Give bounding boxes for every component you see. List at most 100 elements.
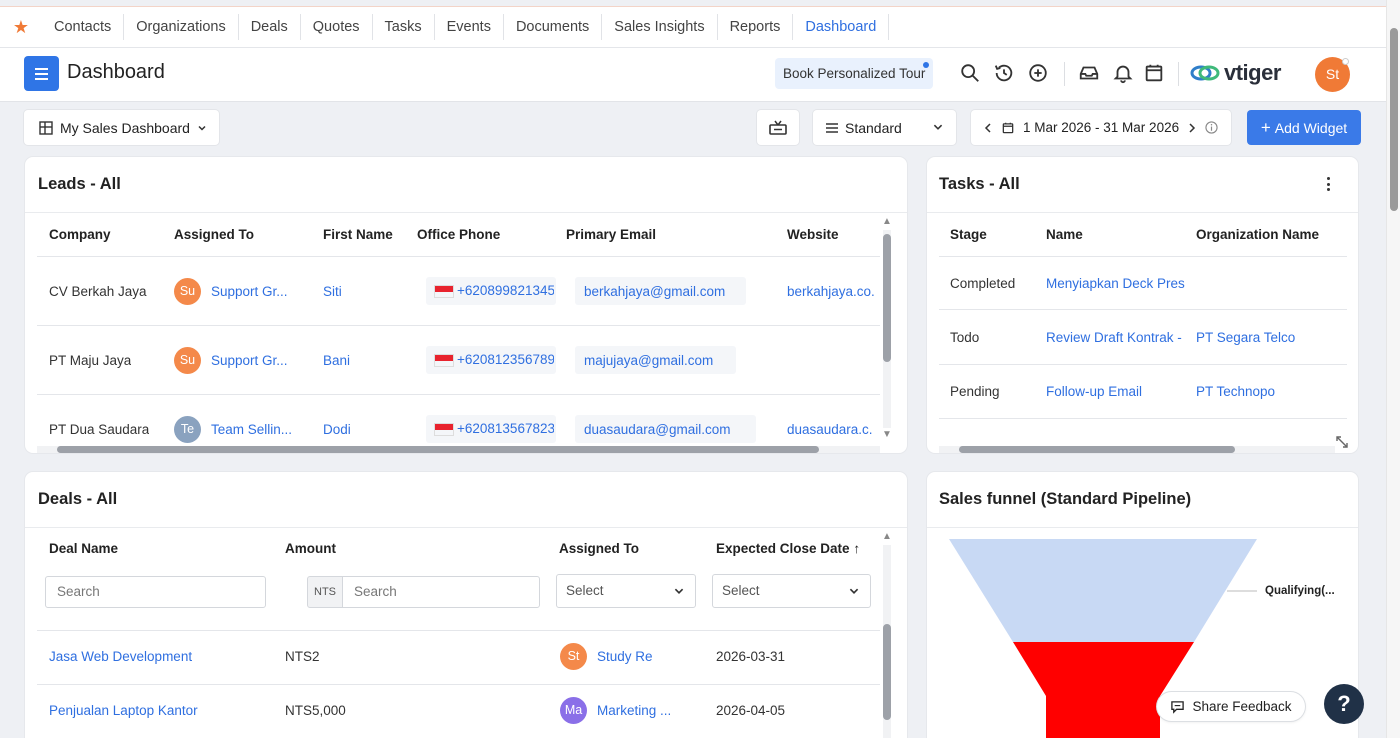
- dashboard-selector[interactable]: My Sales Dashboard: [24, 110, 219, 145]
- divider: [37, 394, 880, 395]
- divider: [927, 527, 1358, 528]
- view-mode-value: Standard: [845, 119, 902, 136]
- nav-quotes[interactable]: Quotes: [301, 14, 373, 40]
- col-office-phone[interactable]: Office Phone: [417, 227, 500, 242]
- lead-email[interactable]: majujaya@gmail.com: [584, 353, 713, 368]
- lead-website[interactable]: berkahjaya.co.: [787, 284, 880, 299]
- lead-website[interactable]: duasaudara.c.: [787, 422, 880, 437]
- help-button[interactable]: ?: [1324, 684, 1364, 724]
- add-circle-icon[interactable]: [1027, 62, 1049, 84]
- nav-events[interactable]: Events: [435, 14, 504, 40]
- deal-name[interactable]: Penjualan Laptop Kantor: [49, 703, 198, 718]
- lead-phone[interactable]: +620813567823: [457, 421, 554, 436]
- bell-icon[interactable]: [1112, 62, 1134, 84]
- scroll-up-arrow[interactable]: ▲: [882, 531, 892, 542]
- horizontal-scrollbar-thumb[interactable]: [959, 446, 1235, 453]
- scroll-up-arrow[interactable]: ▲: [882, 216, 892, 227]
- deal-name-search-input[interactable]: Search: [45, 576, 266, 608]
- vertical-scrollbar-thumb[interactable]: [883, 624, 891, 720]
- lead-assigned[interactable]: Support Gr...: [211, 284, 301, 299]
- col-name[interactable]: Name: [1046, 227, 1083, 242]
- col-company[interactable]: Company: [49, 227, 111, 242]
- nav-contacts[interactable]: Contacts: [42, 14, 125, 40]
- amount-search-input[interactable]: Search: [342, 576, 540, 608]
- lead-phone[interactable]: +620812356789: [457, 352, 554, 367]
- task-name[interactable]: Review Draft Kontrak -: [1046, 330, 1186, 345]
- col-assigned-to[interactable]: Assigned To: [174, 227, 254, 242]
- funnel-stage-qualifying[interactable]: [949, 539, 1257, 642]
- chevron-left-icon[interactable]: [983, 122, 993, 134]
- book-tour-button[interactable]: Book Personalized Tour: [775, 58, 934, 89]
- share-feedback-button[interactable]: Share Feedback: [1157, 692, 1305, 721]
- col-first-name[interactable]: First Name: [323, 227, 393, 242]
- info-icon[interactable]: [1205, 121, 1218, 134]
- view-mode-select[interactable]: Standard: [813, 110, 956, 145]
- divider: [939, 256, 1347, 257]
- lead-first-name[interactable]: Dodi: [323, 422, 351, 437]
- tv-mode-button[interactable]: [757, 110, 799, 145]
- favorites-star-icon[interactable]: ★: [0, 17, 42, 38]
- nav-organizations[interactable]: Organizations: [124, 14, 239, 40]
- col-expected-close-date[interactable]: Expected Close Date ↑: [716, 541, 860, 556]
- deal-assigned[interactable]: Marketing ...: [597, 703, 677, 718]
- chevron-right-icon[interactable]: [1187, 122, 1197, 134]
- deal-name[interactable]: Jasa Web Development: [49, 649, 192, 664]
- more-options-icon[interactable]: [1325, 177, 1331, 191]
- task-organization[interactable]: PT Segara Telco: [1196, 330, 1295, 345]
- inbox-icon[interactable]: [1078, 62, 1100, 84]
- user-avatar[interactable]: St: [1315, 57, 1350, 92]
- lead-assigned[interactable]: Team Sellin...: [211, 422, 301, 437]
- close-date-select[interactable]: Select: [712, 574, 871, 608]
- nav-reports[interactable]: Reports: [718, 14, 794, 40]
- menu-hamburger-icon[interactable]: [24, 56, 59, 91]
- feedback-icon: [1171, 700, 1185, 714]
- assigned-to-select-value: Select: [566, 583, 604, 598]
- col-organization-name[interactable]: Organization Name: [1196, 227, 1319, 242]
- resize-handle-icon[interactable]: [1335, 435, 1349, 449]
- list-icon: [826, 122, 838, 133]
- lead-assigned[interactable]: Support Gr...: [211, 353, 301, 368]
- divider: [25, 527, 907, 528]
- deal-close-date: 2026-04-05: [716, 703, 786, 718]
- col-stage[interactable]: Stage: [950, 227, 987, 242]
- task-organization[interactable]: PT Technopo: [1196, 384, 1275, 399]
- search-icon[interactable]: [959, 62, 981, 84]
- lead-first-name[interactable]: Siti: [323, 284, 342, 299]
- task-name[interactable]: Follow-up Email: [1046, 384, 1186, 399]
- lead-email[interactable]: berkahjaya@gmail.com: [584, 284, 725, 299]
- date-range-picker[interactable]: 1 Mar 2026 - 31 Mar 2026: [971, 110, 1231, 145]
- lead-first-name[interactable]: Bani: [323, 353, 350, 368]
- calendar-icon: [1002, 122, 1014, 133]
- col-primary-email[interactable]: Primary Email: [566, 227, 656, 242]
- nav-documents[interactable]: Documents: [504, 14, 603, 40]
- page-scrollbar-thumb[interactable]: [1390, 28, 1398, 211]
- col-deal-name[interactable]: Deal Name: [49, 541, 118, 556]
- nav-tasks[interactable]: Tasks: [373, 14, 435, 40]
- col-amount[interactable]: Amount: [285, 541, 336, 556]
- deal-assigned[interactable]: Study Re: [597, 649, 653, 664]
- divider: [939, 364, 1347, 365]
- task-name[interactable]: Menyiapkan Deck Pres: [1046, 276, 1186, 291]
- assigned-to-select[interactable]: Select: [556, 574, 696, 608]
- lead-phone[interactable]: +620899821345: [457, 283, 554, 298]
- nav-deals[interactable]: Deals: [239, 14, 301, 40]
- calendar-icon[interactable]: [1143, 62, 1165, 84]
- sort-ascending-icon: ↑: [853, 541, 861, 556]
- chevron-down-icon: [674, 588, 684, 594]
- history-icon[interactable]: [993, 62, 1015, 84]
- nav-sales-insights[interactable]: Sales Insights: [602, 14, 718, 40]
- horizontal-scrollbar-thumb[interactable]: [57, 446, 819, 453]
- page-scrollbar[interactable]: [1386, 0, 1400, 738]
- col-assigned-to[interactable]: Assigned To: [559, 541, 639, 556]
- col-website[interactable]: Website: [787, 227, 839, 242]
- notification-dot: [923, 62, 930, 68]
- lead-email[interactable]: duasaudara@gmail.com: [584, 422, 731, 437]
- divider: [25, 212, 907, 213]
- vertical-scrollbar-thumb[interactable]: [883, 234, 891, 362]
- indonesia-flag-icon: [434, 423, 454, 436]
- scroll-down-arrow[interactable]: ▼: [882, 429, 892, 440]
- close-date-select-value: Select: [722, 583, 760, 598]
- nav-dashboard[interactable]: Dashboard: [793, 14, 890, 40]
- funnel-stage-2[interactable]: [1013, 642, 1194, 738]
- add-widget-button[interactable]: + Add Widget: [1247, 110, 1361, 145]
